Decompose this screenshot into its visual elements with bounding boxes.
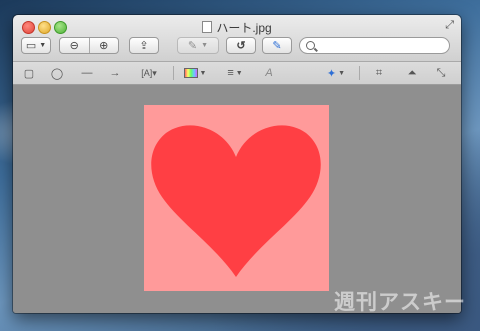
pencil-icon: ✎ <box>187 40 198 52</box>
sidebar-view-icon: ▭ <box>25 40 37 52</box>
heart-image <box>144 105 329 291</box>
share-button[interactable]: ⇪ <box>129 37 159 54</box>
document-icon <box>202 21 213 33</box>
oval-tool-icon[interactable]: ◯ <box>49 65 65 81</box>
rectangle-tool-icon[interactable]: ▢ <box>21 65 37 81</box>
line-style-tool-icon[interactable]: ≡ ▼ <box>223 65 247 81</box>
zoom-out-icon[interactable]: ⊖ <box>60 39 89 52</box>
window-title: ハート.jpg <box>13 19 461 36</box>
chevron-down-icon: ▼ <box>39 42 47 49</box>
fullscreen-icon[interactable]: ⤢ <box>445 19 454 32</box>
window-title-text: ハート.jpg <box>216 21 272 35</box>
annotate-button[interactable]: ✎ ▼ <box>177 37 219 54</box>
zoom-in-icon[interactable]: ⊕ <box>90 39 119 52</box>
search-field[interactable] <box>299 37 450 54</box>
arrow-tool-icon[interactable]: → <box>107 65 123 81</box>
markup-toolbar: ▢ ◯ — → [A]▾ ▼ ≡ ▼ A ✦ ▼ ⌗ ⏶ ⤡ <box>13 62 461 85</box>
rotate-button[interactable]: ↺ <box>226 37 256 54</box>
chevron-down-icon: ▼ <box>201 42 209 49</box>
title-bar: ハート.jpg ⤢ ▭ ▼ ⊖ ⊕ ⇪ ✎ ▼ ↺ ✎ <box>13 15 461 62</box>
instant-alpha-tool-icon[interactable]: ✦ ▼ <box>321 65 351 81</box>
heart-shape <box>151 125 321 277</box>
edit-toolbar-button[interactable]: ✎ <box>262 37 292 54</box>
view-menu-button[interactable]: ▭ ▼ <box>21 37 51 54</box>
adjust-size-tool-icon[interactable]: ⤡ <box>433 65 449 81</box>
zoom-control: ⊖ ⊕ <box>59 37 119 54</box>
adjust-color-tool-icon[interactable]: ⏶ <box>403 65 421 81</box>
line-tool-icon[interactable]: — <box>79 65 95 81</box>
share-icon: ⇪ <box>139 40 149 52</box>
image-canvas <box>13 85 461 313</box>
search-icon <box>306 41 315 50</box>
watermark-text: 週刊アスキー <box>334 290 466 314</box>
rotate-icon: ↺ <box>236 40 246 52</box>
crop-tool-icon[interactable]: ⌗ <box>371 65 387 81</box>
preview-window: ハート.jpg ⤢ ▭ ▼ ⊖ ⊕ ⇪ ✎ ▼ ↺ ✎ ▢ ◯ — → [A]▾… <box>13 15 461 313</box>
font-tool-icon[interactable]: A <box>261 65 277 81</box>
color-tool-icon[interactable]: ▼ <box>183 65 207 81</box>
search-input[interactable] <box>318 39 447 54</box>
text-box-tool-icon[interactable]: [A]▾ <box>133 65 165 81</box>
edit-toolbar-icon: ✎ <box>272 40 282 52</box>
